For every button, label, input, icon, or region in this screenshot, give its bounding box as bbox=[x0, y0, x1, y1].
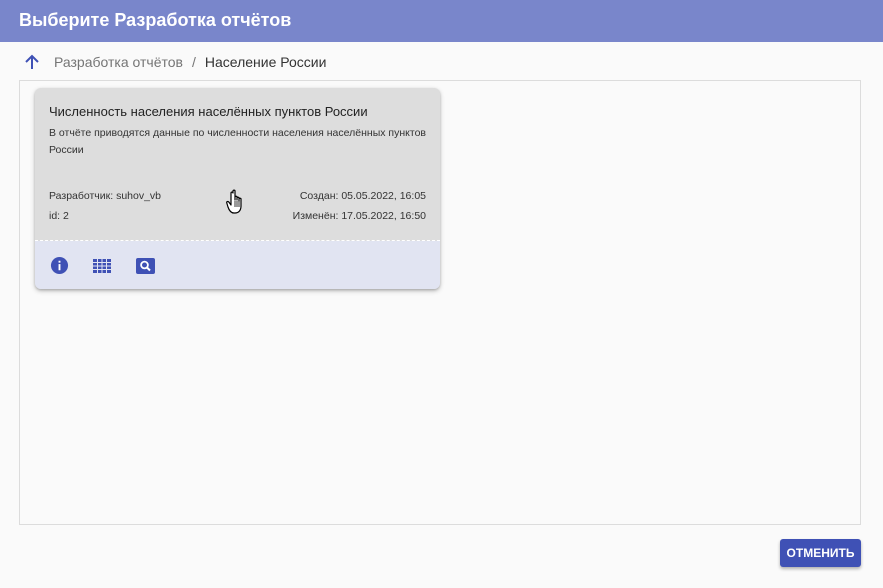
report-card-id: id: 2 bbox=[49, 210, 69, 222]
info-icon[interactable] bbox=[49, 256, 69, 276]
hand-cursor-icon bbox=[226, 189, 248, 215]
report-card-modified: Изменён: 17.05.2022, 16:50 bbox=[292, 210, 426, 222]
arrow-up-icon[interactable] bbox=[22, 52, 42, 72]
breadcrumb-separator: / bbox=[191, 54, 196, 70]
breadcrumb-current: Население России bbox=[204, 54, 327, 70]
grid-icon[interactable] bbox=[92, 256, 112, 276]
breadcrumb: Разработка отчётов / Население России bbox=[22, 52, 326, 72]
cancel-button[interactable]: ОТМЕНИТЬ bbox=[780, 539, 861, 567]
report-card-description: В отчёте приводятся данные по численност… bbox=[49, 127, 426, 156]
dialog-title-text: Выберите Разработка отчётов bbox=[19, 10, 292, 30]
report-card-actions bbox=[35, 241, 440, 289]
search-preview-icon[interactable] bbox=[135, 256, 155, 276]
dialog-title: Выберите Разработка отчётов bbox=[0, 0, 883, 42]
report-card-title: Численность населения населённых пунктов… bbox=[49, 104, 368, 119]
report-card-created: Создан: 05.05.2022, 16:05 bbox=[299, 190, 426, 202]
breadcrumb-parent-link[interactable]: Разработка отчётов bbox=[54, 54, 183, 70]
report-card-developer: Разработчик: suhov_vb bbox=[49, 190, 162, 202]
report-card-body[interactable]: Численность населения населённых пунктов… bbox=[35, 88, 440, 240]
